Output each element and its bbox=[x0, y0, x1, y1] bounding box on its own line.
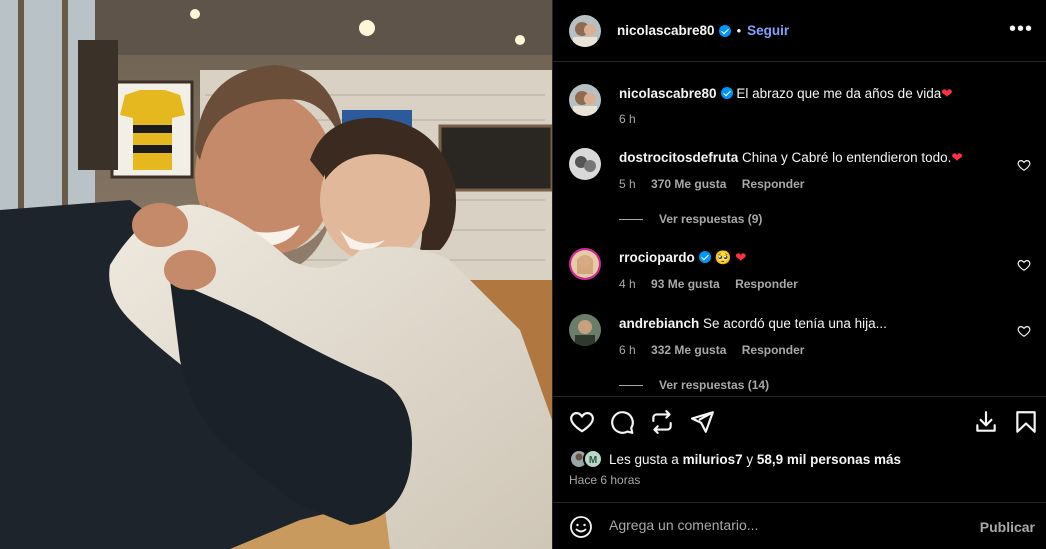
separator-dot: • bbox=[736, 23, 742, 38]
author-avatar[interactable] bbox=[569, 14, 601, 47]
action-bar bbox=[553, 396, 1046, 446]
comment-icon[interactable] bbox=[609, 409, 635, 435]
likes-count[interactable]: 58,9 mil personas más bbox=[757, 452, 901, 467]
likes-user[interactable]: milurios7 bbox=[683, 452, 743, 467]
save-icon[interactable] bbox=[973, 409, 999, 435]
reply-button[interactable]: Responder bbox=[742, 343, 805, 357]
comment-meta: 6 h 332 Me gusta Responder bbox=[619, 343, 816, 357]
view-replies-label: Ver respuestas (9) bbox=[659, 212, 763, 226]
heart-emoji: ❤ bbox=[951, 150, 963, 165]
comment-meta: 5 h 370 Me gusta Responder bbox=[619, 177, 816, 191]
comment-likes[interactable]: 370 Me gusta bbox=[651, 177, 726, 191]
reply-button[interactable]: Responder bbox=[742, 177, 805, 191]
liker-avatar-letter: M bbox=[589, 455, 597, 466]
send-icon[interactable] bbox=[689, 409, 715, 435]
comments-list[interactable]: nicolascabre80 El abrazo que me da años … bbox=[553, 63, 1046, 395]
verified-badge-icon bbox=[718, 24, 731, 37]
caption-avatar[interactable] bbox=[569, 84, 601, 116]
comment-likes[interactable]: 93 Me gusta bbox=[651, 277, 720, 291]
post-time[interactable]: Hace 6 horas bbox=[569, 473, 640, 487]
view-replies-button[interactable]: Ver respuestas (9) bbox=[619, 212, 762, 226]
comment-input[interactable] bbox=[609, 517, 969, 533]
comment-body: dostrocitosdefruta China y Cabré lo ente… bbox=[619, 149, 1009, 167]
comment-time[interactable]: 6 h bbox=[619, 343, 636, 357]
comment-item: dostrocitosdefruta China y Cabré lo ente… bbox=[569, 148, 1031, 228]
comment-text: China y Cabré lo entendieron todo. bbox=[742, 150, 952, 165]
follow-button[interactable]: Seguir bbox=[747, 23, 789, 38]
verified-badge-icon bbox=[720, 87, 733, 99]
comment-text: Se acordó que tenía una hija... bbox=[703, 316, 887, 331]
caption-body: nicolascabre80 El abrazo que me da años … bbox=[619, 85, 1009, 103]
comment-item: rrociopardo 🥺 ❤ 4 h 93 Me gusta Responde… bbox=[569, 248, 1031, 298]
heart-emoji: ❤ bbox=[941, 86, 953, 101]
view-replies-button[interactable]: Ver respuestas (14) bbox=[619, 378, 769, 392]
emoji-icon[interactable] bbox=[569, 515, 593, 539]
replies-divider bbox=[619, 384, 643, 386]
comment-time[interactable]: 5 h bbox=[619, 177, 636, 191]
like-comment-heart-icon[interactable] bbox=[1017, 158, 1031, 172]
commenter-avatar[interactable] bbox=[569, 148, 601, 180]
share-icon[interactable] bbox=[649, 409, 675, 435]
comment-time[interactable]: 4 h bbox=[619, 277, 636, 291]
likes-and: y bbox=[746, 451, 754, 467]
likes-text: Les gusta a milurios7 y 58,9 mil persona… bbox=[609, 452, 901, 467]
caption-meta: 6 h bbox=[619, 112, 648, 126]
replies-divider bbox=[619, 218, 643, 220]
author-username[interactable]: nicolascabre80 bbox=[617, 23, 715, 38]
heart-icon[interactable] bbox=[569, 409, 595, 435]
commenter-avatar[interactable] bbox=[569, 248, 601, 280]
caption-text: El abrazo que me da años de vida bbox=[736, 86, 942, 101]
post-modal: nicolascabre80 • Seguir ••• nicolascabre… bbox=[0, 0, 1046, 549]
post-header: nicolascabre80 • Seguir ••• bbox=[553, 0, 1046, 62]
post-photo-image bbox=[0, 0, 552, 549]
comment-likes[interactable]: 332 Me gusta bbox=[651, 343, 726, 357]
caption-time[interactable]: 6 h bbox=[619, 112, 636, 126]
verified-badge-icon bbox=[698, 251, 711, 263]
like-comment-heart-icon[interactable] bbox=[1017, 324, 1031, 338]
post-photo[interactable] bbox=[0, 0, 552, 549]
comment-item: andrebianch Se acordó que tenía una hija… bbox=[569, 314, 1031, 394]
comment-meta: 4 h 93 Me gusta Responder bbox=[619, 277, 810, 291]
likes-summary[interactable]: M Les gusta a milurios7 y 58,9 mil perso… bbox=[569, 449, 901, 469]
comment-text: 🥺 bbox=[714, 250, 732, 265]
commenter-avatar[interactable] bbox=[569, 314, 601, 346]
comment-username[interactable]: rrociopardo bbox=[619, 250, 695, 265]
comment-username[interactable]: dostrocitosdefruta bbox=[619, 150, 738, 165]
publish-button[interactable]: Publicar bbox=[980, 519, 1035, 535]
caption: nicolascabre80 El abrazo que me da años … bbox=[569, 84, 1031, 134]
heart-emoji: ❤ bbox=[735, 250, 747, 265]
post-side-panel: nicolascabre80 • Seguir ••• nicolascabre… bbox=[552, 0, 1046, 549]
more-icon[interactable]: ••• bbox=[1009, 19, 1033, 39]
likes-prefix: Les gusta a bbox=[609, 451, 679, 467]
liker-avatar: M bbox=[583, 449, 603, 469]
like-comment-heart-icon[interactable] bbox=[1017, 258, 1031, 272]
caption-username[interactable]: nicolascabre80 bbox=[619, 86, 717, 101]
comment-body: andrebianch Se acordó que tenía una hija… bbox=[619, 315, 1009, 333]
view-replies-label: Ver respuestas (14) bbox=[659, 378, 770, 392]
comment-body: rrociopardo 🥺 ❤ bbox=[619, 249, 1009, 267]
bookmark-icon[interactable] bbox=[1013, 409, 1039, 435]
comment-composer: Publicar bbox=[553, 502, 1046, 549]
reply-button[interactable]: Responder bbox=[735, 277, 798, 291]
comment-username[interactable]: andrebianch bbox=[619, 316, 699, 331]
